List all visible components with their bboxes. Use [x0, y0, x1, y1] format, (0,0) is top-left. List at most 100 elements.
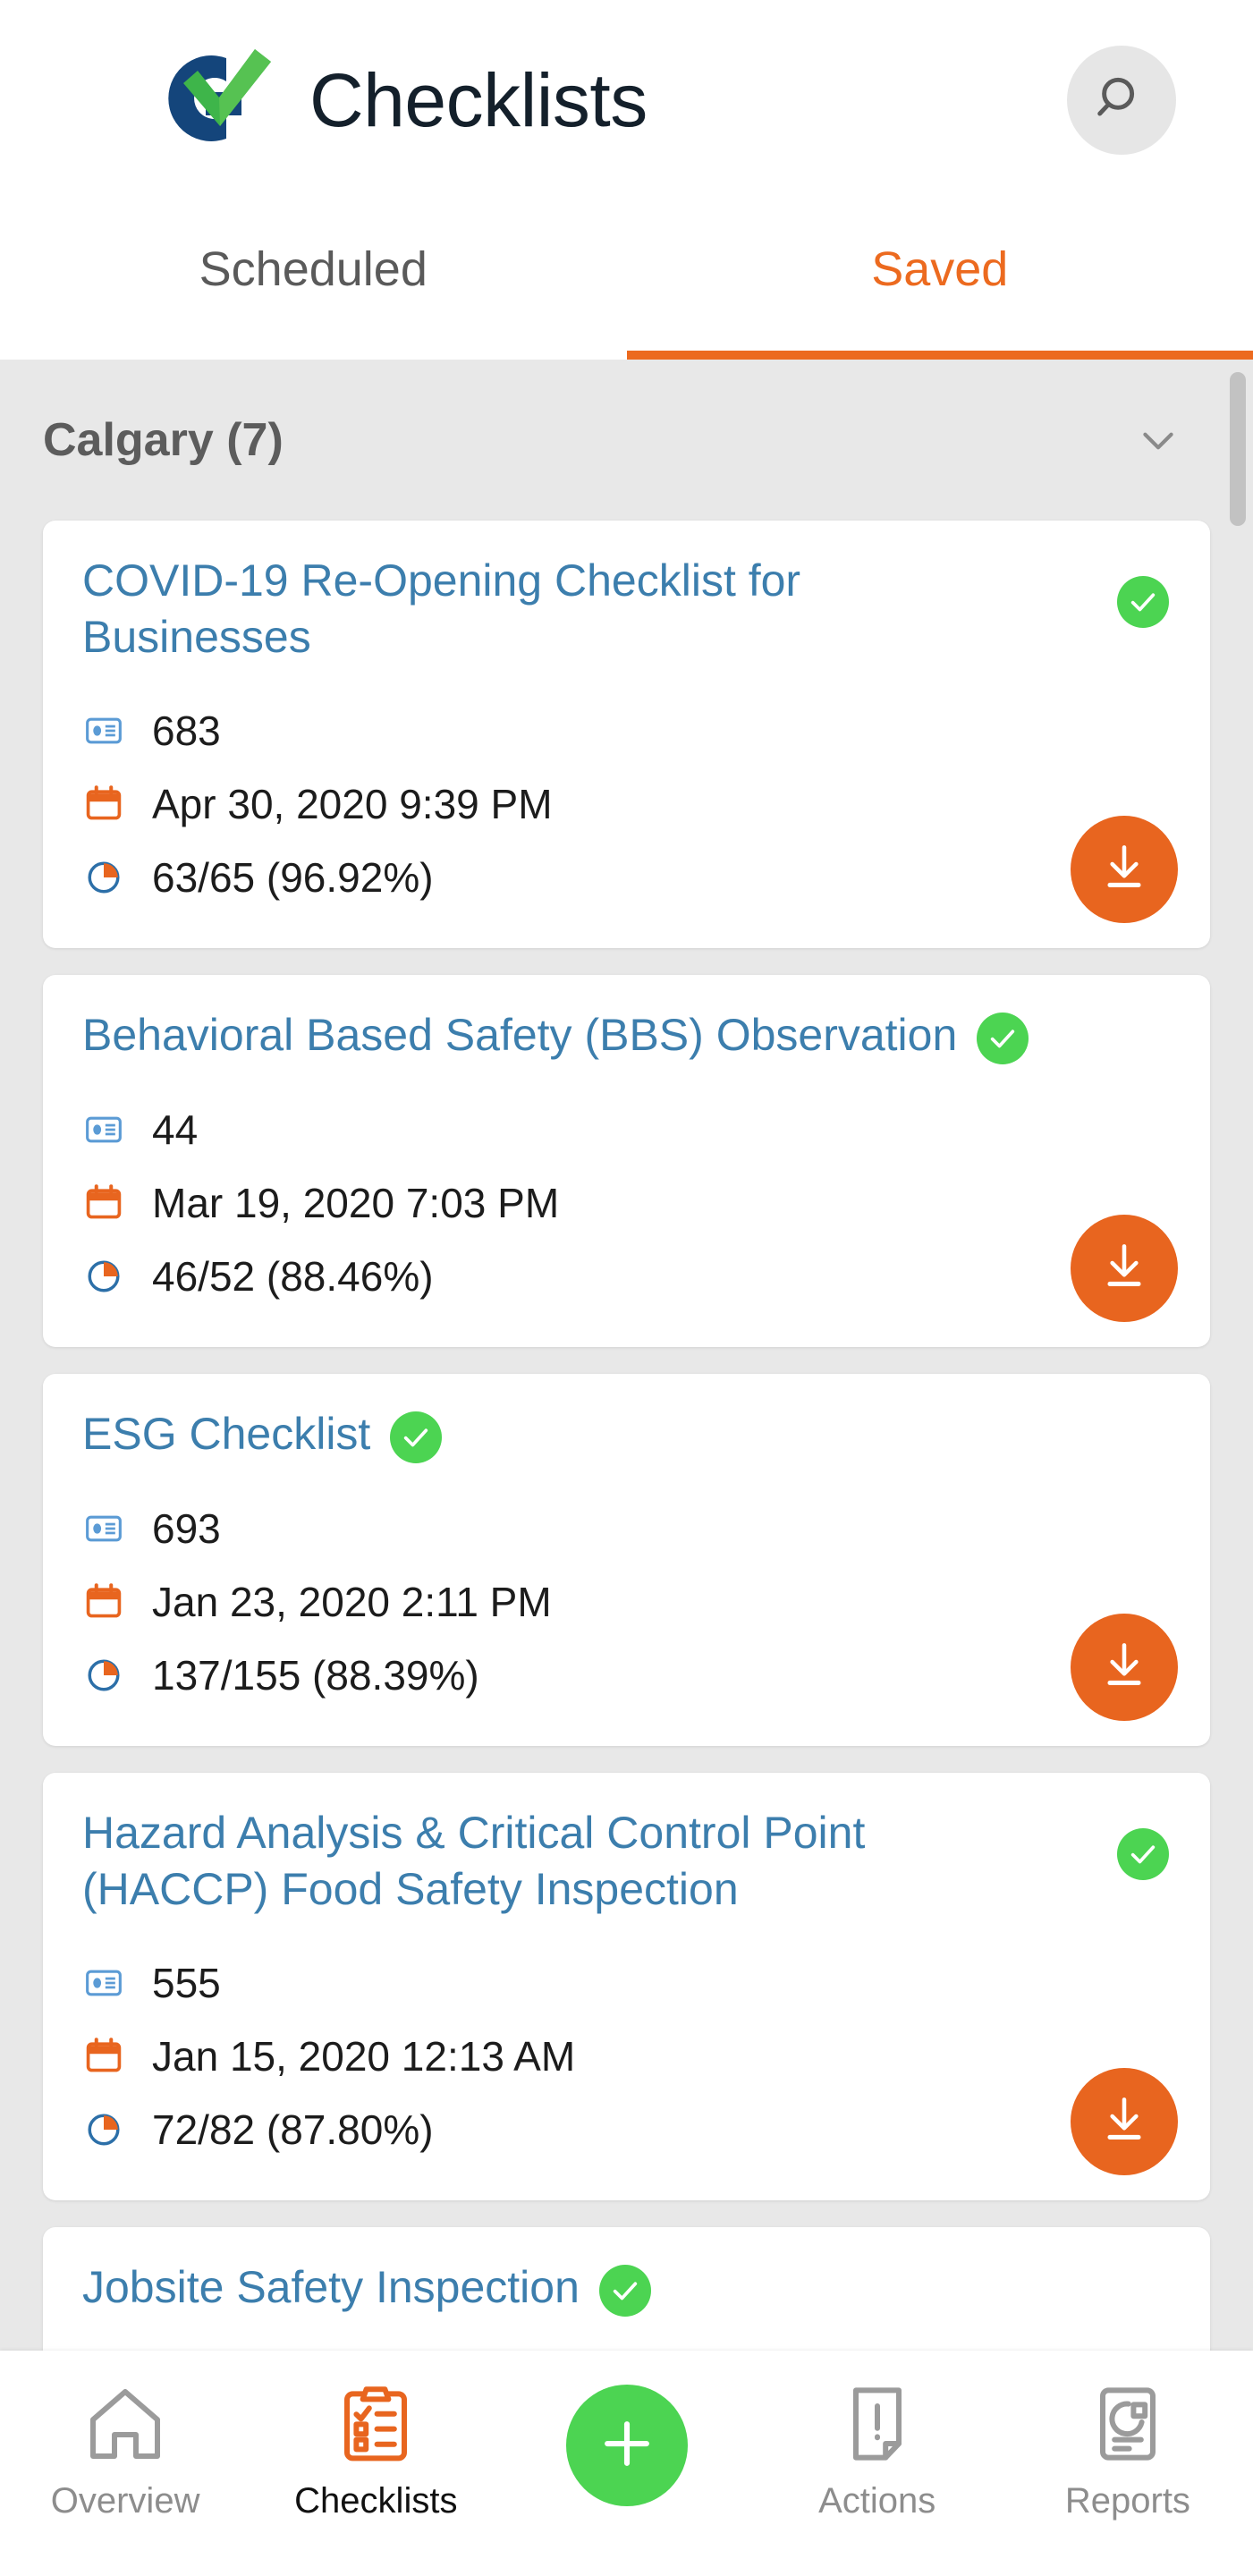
- chevron-down-icon[interactable]: [1133, 415, 1183, 465]
- checklist-card[interactable]: Behavioral Based Safety (BBS) Observatio…: [43, 975, 1210, 1347]
- card-title-row: COVID-19 Re-Opening Checklist for Busine…: [82, 553, 1171, 665]
- meta-row-progress: 72/82 (87.80%): [82, 2093, 1171, 2166]
- home-icon: [82, 2376, 168, 2472]
- search-icon: [1094, 71, 1149, 131]
- card-meta: 555 Jan 15, 2020 12:13 AM 72/82 (87.80%): [82, 1946, 1171, 2166]
- checklist-card[interactable]: COVID-19 Re-Opening Checklist for Busine…: [43, 521, 1210, 948]
- meta-row-id: 683: [82, 694, 1171, 767]
- download-button[interactable]: [1071, 2068, 1178, 2175]
- meta-row-date: Jan 15, 2020 12:13 AM: [82, 2020, 1171, 2093]
- card-title-row: Behavioral Based Safety (BBS) Observatio…: [82, 1007, 1171, 1064]
- nav-label-reports: Reports: [1064, 2481, 1190, 2521]
- tab-saved[interactable]: Saved: [626, 200, 1253, 360]
- green-check-badge: [1117, 576, 1169, 628]
- card-progress: 46/52 (88.46%): [152, 1253, 434, 1300]
- tab-bar: Scheduled Saved: [0, 200, 1253, 360]
- nav-label-checklists: Checklists: [294, 2481, 458, 2521]
- document-chart-icon: [1085, 2376, 1171, 2472]
- bottom-navigation: Overview Checklists Actions Reports: [0, 2351, 1253, 2576]
- meta-row-progress: 63/65 (96.92%): [82, 841, 1171, 914]
- id-card-icon: [82, 1507, 125, 1550]
- card-id: 555: [152, 1960, 221, 2006]
- green-check-badge: [977, 1013, 1029, 1064]
- green-check-badge: [598, 2265, 651, 2317]
- add-button[interactable]: [565, 2385, 688, 2506]
- card-date: Jan 15, 2020 12:13 AM: [152, 2033, 576, 2080]
- card-title: COVID-19 Re-Opening Checklist for Busine…: [82, 555, 801, 662]
- tab-scheduled-label: Scheduled: [199, 242, 428, 296]
- card-meta: 683 Apr 30, 2020 9:39 PM 63/65 (96.92%): [82, 694, 1171, 914]
- nav-item-overview[interactable]: Overview: [0, 2351, 250, 2521]
- meta-row-id: 693: [82, 1492, 1171, 1565]
- download-button[interactable]: [1071, 1614, 1178, 1721]
- card-date: Apr 30, 2020 9:39 PM: [152, 781, 553, 827]
- card-title: Hazard Analysis & Critical Control Point…: [82, 1808, 866, 1914]
- card-meta: 44 Mar 19, 2020 7:03 PM 46/52 (88.46%): [82, 1093, 1171, 1313]
- calendar-icon: [82, 1182, 125, 1224]
- download-icon: [1096, 839, 1153, 901]
- download-icon: [1096, 1238, 1153, 1300]
- checklist-card[interactable]: Jobsite Safety Inspection: [43, 2227, 1210, 2370]
- nav-item-checklists[interactable]: Checklists: [250, 2351, 501, 2521]
- page-title: Checklists: [309, 57, 648, 142]
- meta-row-date: Apr 30, 2020 9:39 PM: [82, 767, 1171, 841]
- meta-row-progress: 46/52 (88.46%): [82, 1240, 1171, 1313]
- plus-icon: [596, 2412, 658, 2479]
- card-id: 693: [152, 1505, 221, 1552]
- card-title-row: Hazard Analysis & Critical Control Point…: [82, 1805, 1171, 1918]
- checklist-card[interactable]: ESG Checklist 693 Jan 23, 2020 2:11 PM 1…: [43, 1374, 1210, 1746]
- checklist-card[interactable]: Hazard Analysis & Critical Control Point…: [43, 1773, 1210, 2200]
- card-id: 683: [152, 708, 221, 754]
- green-check-badge: [1117, 1828, 1169, 1880]
- pie-chart-icon: [82, 1255, 125, 1298]
- calendar-icon: [82, 2035, 125, 2078]
- meta-row-id: 44: [82, 1093, 1171, 1166]
- card-list: COVID-19 Re-Opening Checklist for Busine…: [0, 521, 1253, 2370]
- id-card-icon: [82, 709, 125, 752]
- card-date: Jan 23, 2020 2:11 PM: [152, 1579, 552, 1625]
- card-progress: 137/155 (88.39%): [152, 1652, 479, 1699]
- card-title: ESG Checklist: [82, 1409, 371, 1459]
- card-title: Behavioral Based Safety (BBS) Observatio…: [82, 1010, 958, 1060]
- group-title: Calgary (7): [43, 414, 284, 466]
- card-title: Jobsite Safety Inspection: [82, 2262, 580, 2312]
- pie-chart-icon: [82, 856, 125, 899]
- nav-label-overview: Overview: [50, 2481, 200, 2521]
- clipboard-checklist-icon: [333, 2376, 419, 2472]
- card-title-row: ESG Checklist: [82, 1406, 1171, 1463]
- document-alert-icon: [834, 2376, 920, 2472]
- card-progress: 72/82 (87.80%): [152, 2106, 434, 2153]
- card-title-row: Jobsite Safety Inspection: [82, 2259, 1171, 2317]
- download-button[interactable]: [1071, 1215, 1178, 1322]
- checklist-app-logo: [114, 33, 302, 167]
- green-check-badge: [390, 1411, 443, 1463]
- download-icon: [1096, 2091, 1153, 2153]
- card-id: 44: [152, 1106, 199, 1153]
- download-icon: [1096, 1637, 1153, 1699]
- calendar-icon: [82, 783, 125, 826]
- meta-row-date: Jan 23, 2020 2:11 PM: [82, 1565, 1171, 1639]
- id-card-icon: [82, 1108, 125, 1151]
- pie-chart-icon: [82, 1654, 125, 1697]
- id-card-icon: [82, 1962, 125, 2004]
- card-date: Mar 19, 2020 7:03 PM: [152, 1180, 560, 1226]
- meta-row-date: Mar 19, 2020 7:03 PM: [82, 1166, 1171, 1240]
- tab-scheduled[interactable]: Scheduled: [0, 200, 627, 360]
- download-button[interactable]: [1071, 816, 1178, 923]
- nav-item-actions[interactable]: Actions: [752, 2351, 1003, 2521]
- search-button[interactable]: [1067, 46, 1176, 155]
- card-progress: 63/65 (96.92%): [152, 854, 434, 901]
- nav-label-actions: Actions: [818, 2481, 936, 2521]
- saved-checklists-list[interactable]: Calgary (7) COVID-19 Re-Opening Checklis…: [0, 360, 1253, 2576]
- meta-row-id: 555: [82, 1946, 1171, 2020]
- calendar-icon: [82, 1580, 125, 1623]
- app-header: Checklists: [0, 0, 1253, 200]
- tab-saved-label: Saved: [871, 242, 1009, 296]
- card-meta: 693 Jan 23, 2020 2:11 PM 137/155 (88.39%…: [82, 1492, 1171, 1712]
- pie-chart-icon: [82, 2108, 125, 2151]
- meta-row-progress: 137/155 (88.39%): [82, 1639, 1171, 1712]
- app-screen: Checklists Scheduled Saved Calgary (7) C…: [0, 0, 1253, 2576]
- nav-item-reports[interactable]: Reports: [1003, 2351, 1253, 2521]
- group-header-calgary[interactable]: Calgary (7): [0, 360, 1253, 521]
- nav-item-add[interactable]: [501, 2351, 751, 2515]
